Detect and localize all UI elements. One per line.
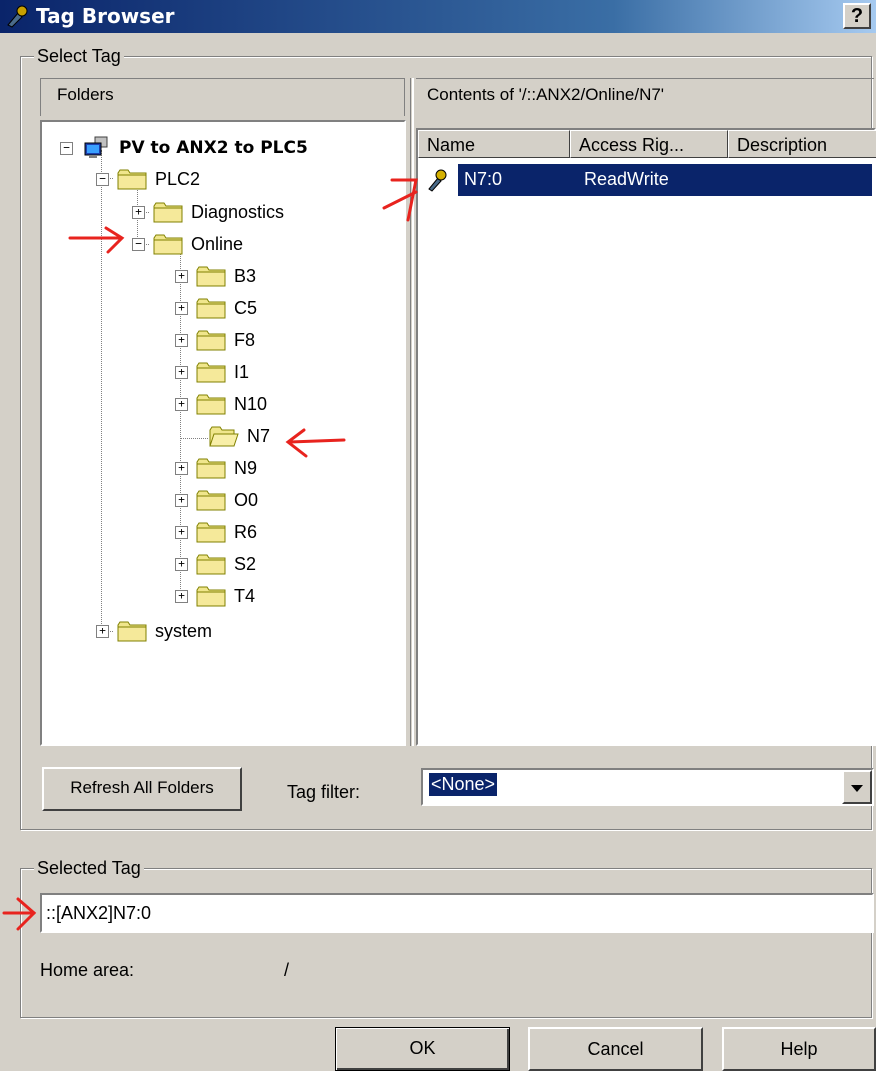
- annotation-arrow-online: [68, 226, 125, 254]
- expand-icon[interactable]: +: [175, 493, 188, 507]
- selected-tag-label: Selected Tag: [34, 858, 144, 879]
- tree-item-online-child[interactable]: + B3: [175, 262, 256, 290]
- tree-label: F8: [234, 329, 256, 350]
- tree-label: R6: [234, 521, 258, 542]
- tree-label: I1: [234, 361, 250, 382]
- folder-icon: [153, 234, 183, 255]
- expand-icon[interactable]: +: [175, 589, 188, 603]
- home-area-label: Home area:: [40, 960, 135, 980]
- refresh-all-folders-button[interactable]: Refresh All Folders: [42, 767, 242, 811]
- column-header-description[interactable]: Description: [728, 130, 876, 158]
- expand-icon[interactable]: +: [175, 525, 188, 539]
- expand-icon[interactable]: +: [175, 365, 188, 379]
- annotation-arrow-n7: [285, 428, 346, 458]
- annotation-arrow-selected-tag: [2, 897, 37, 931]
- tree-item-root[interactable]: − PV to ANX2 to PLC5: [60, 134, 308, 162]
- collapse-icon[interactable]: −: [60, 141, 73, 155]
- expand-icon[interactable]: +: [175, 269, 188, 283]
- folder-icon: [196, 298, 226, 319]
- row-access: ReadWrite: [584, 169, 669, 189]
- chevron-down-icon: [851, 785, 863, 792]
- tree-item-online-child[interactable]: + I1: [175, 358, 249, 386]
- expand-icon[interactable]: +: [175, 397, 188, 411]
- folder-icon: [196, 554, 226, 575]
- folder-icon: [196, 394, 226, 415]
- column-header-name[interactable]: Name: [418, 130, 570, 158]
- tree-item-n7[interactable]: N7: [188, 422, 270, 450]
- folder-icon: [196, 586, 226, 607]
- tree-item-online-child[interactable]: + C5: [175, 294, 257, 322]
- tree-item-online-child[interactable]: + R6: [175, 518, 257, 546]
- folder-icon: [153, 202, 183, 223]
- tree-label: N7: [247, 425, 271, 446]
- list-row[interactable]: N7:0 ReadWrite: [418, 164, 874, 196]
- window-title: Tag Browser: [36, 4, 175, 28]
- folder-icon: [196, 330, 226, 351]
- folder-icon: [196, 522, 226, 543]
- tree-label-online: Online: [191, 233, 244, 254]
- tag-icon: [428, 169, 447, 192]
- tree-label: B3: [234, 265, 257, 286]
- selected-tag-value: ::[ANX2]N7:0: [46, 903, 152, 923]
- selected-tag-group: [20, 868, 872, 1018]
- collapse-icon[interactable]: −: [132, 237, 145, 251]
- select-tag-label: Select Tag: [34, 46, 124, 67]
- tree-item-online-child[interactable]: + F8: [175, 326, 255, 354]
- tree-label: N10: [234, 393, 268, 414]
- tree-label-diagnostics: Diagnostics: [191, 201, 285, 222]
- tree-label: N9: [234, 457, 258, 478]
- tree-item-online-child[interactable]: + O0: [175, 486, 258, 514]
- folder-icon: [117, 621, 147, 642]
- folder-icon: [196, 266, 226, 287]
- annotation-arrow-n7-0: [382, 178, 418, 222]
- folders-header: Folders: [57, 85, 114, 104]
- column-header-access[interactable]: Access Rig...: [570, 130, 728, 158]
- tree-label-root: PV to ANX2 to PLC5: [119, 138, 308, 158]
- contents-header: Contents of '/::ANX2/Online/N7': [427, 85, 665, 104]
- contents-list[interactable]: Name Access Rig... Description N7:0 Read…: [416, 128, 876, 746]
- folder-icon: [117, 169, 147, 190]
- tree-item-online-child[interactable]: + T4: [175, 582, 255, 610]
- tag-browser-icon: [7, 5, 28, 28]
- ok-button-face[interactable]: OK: [335, 1027, 510, 1071]
- selected-tag-input[interactable]: ::[ANX2]N7:0: [40, 893, 874, 933]
- context-help-button[interactable]: ?: [843, 3, 871, 29]
- folder-icon: [196, 490, 226, 511]
- row-name: N7:0: [464, 169, 503, 189]
- cancel-button[interactable]: Cancel: [528, 1027, 703, 1071]
- tag-filter-select[interactable]: <None>: [421, 768, 874, 806]
- tree-item-online-child[interactable]: + S2: [175, 550, 256, 578]
- tree-label: S2: [234, 553, 257, 574]
- tree-label: O0: [234, 489, 259, 510]
- collapse-icon[interactable]: −: [96, 172, 109, 186]
- tree-label: C5: [234, 297, 258, 318]
- tree-label-system: system: [155, 620, 213, 641]
- expand-icon[interactable]: +: [96, 624, 109, 638]
- expand-icon[interactable]: +: [175, 333, 188, 347]
- expand-icon[interactable]: +: [175, 461, 188, 475]
- tag-filter-value: <None>: [429, 773, 498, 796]
- expand-icon[interactable]: +: [132, 205, 145, 219]
- tree-item-online[interactable]: − Online: [132, 230, 243, 258]
- tag-filter-label: Tag filter:: [287, 782, 361, 802]
- tree-item-online-child[interactable]: + N9: [175, 454, 257, 482]
- tree-label: T4: [234, 585, 256, 606]
- help-button[interactable]: Help: [722, 1027, 876, 1071]
- tree-item-plc2[interactable]: − PLC2: [96, 165, 200, 193]
- open-folder-icon: [209, 426, 239, 447]
- tree-item-online-child[interactable]: + N10: [175, 390, 267, 418]
- network-computer-icon: [84, 136, 108, 158]
- dropdown-button[interactable]: [842, 770, 872, 804]
- expand-icon[interactable]: +: [175, 301, 188, 315]
- tree-item-diagnostics[interactable]: + Diagnostics: [132, 198, 284, 226]
- folder-icon: [196, 362, 226, 383]
- tree-item-system[interactable]: + system: [96, 617, 212, 645]
- expand-icon[interactable]: +: [175, 557, 188, 571]
- tree-label-plc2: PLC2: [155, 168, 201, 189]
- home-area-value: /: [284, 960, 290, 980]
- folders-tree[interactable]: − PV to ANX2 to PLC5 − PLC2 + Diagnostic…: [40, 120, 406, 746]
- folder-icon: [196, 458, 226, 479]
